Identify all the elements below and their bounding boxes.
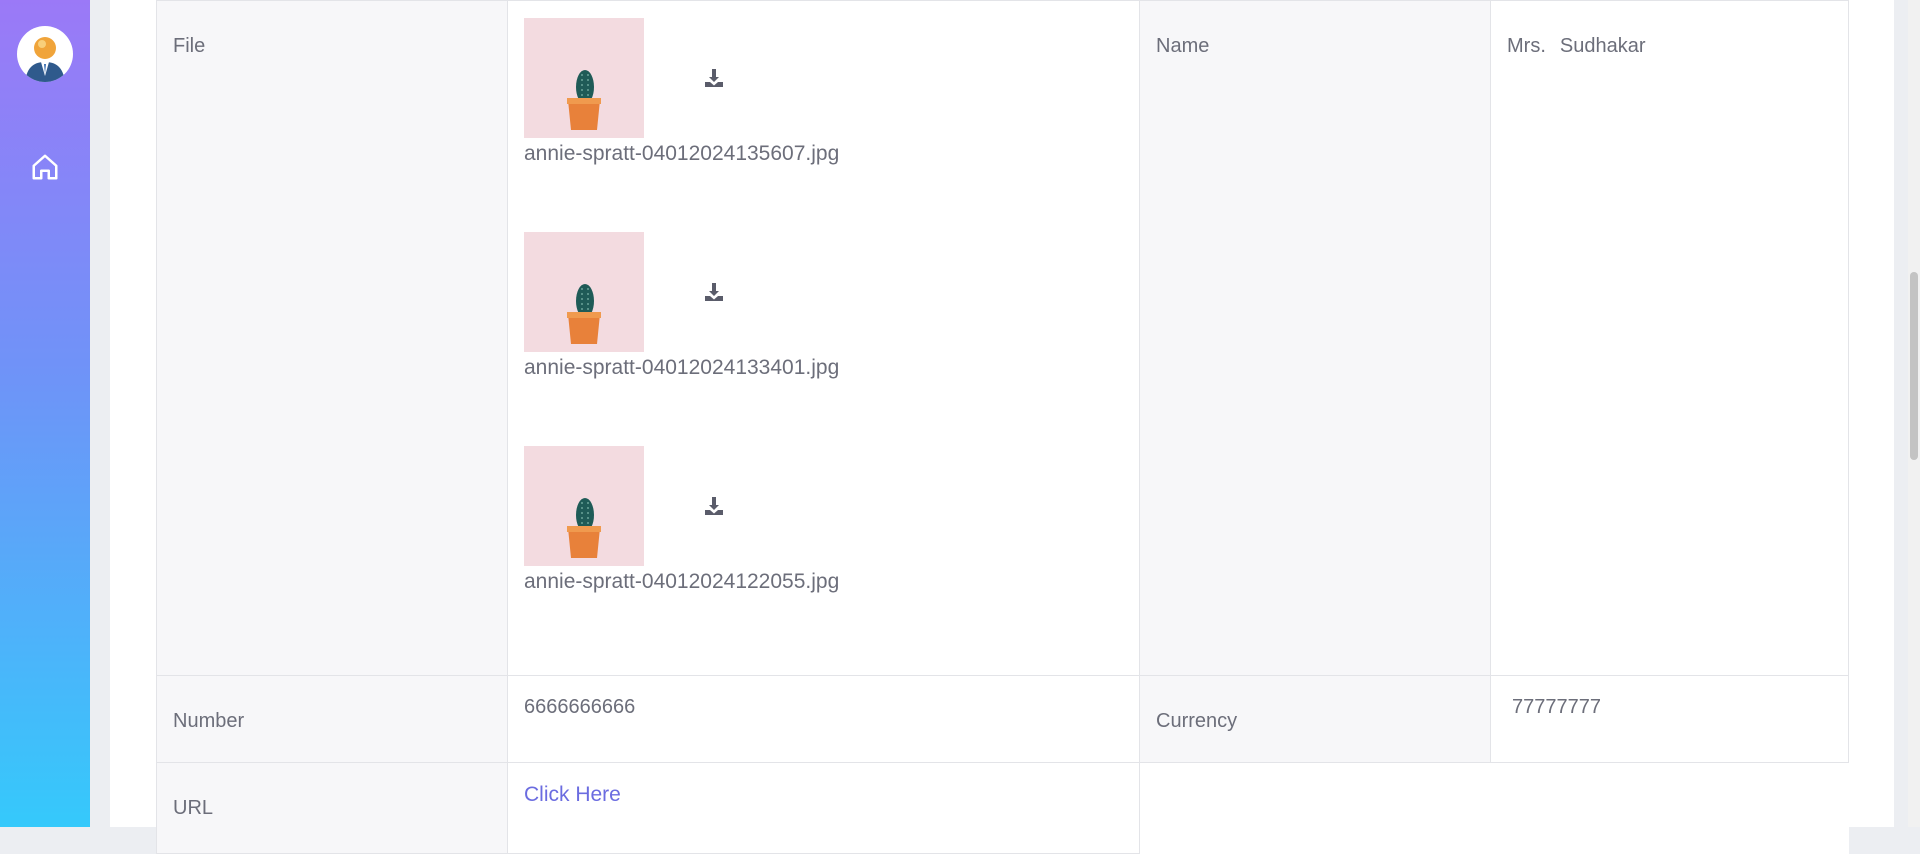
url-label-cell: URL (156, 762, 508, 854)
page-gutter (90, 0, 110, 827)
name-label-cell: Name (1139, 0, 1491, 676)
table-row: Number 6666666666 Currency 77777777 (156, 675, 1849, 763)
detail-table: File annie-spratt-04012024135607.jpg ann… (156, 0, 1849, 854)
name-title: Mrs. (1507, 35, 1546, 57)
file-label: File (173, 35, 206, 57)
name-text: Sudhakar (1559, 35, 1646, 57)
download-icon[interactable] (702, 494, 726, 518)
number-value: 6666666666 (524, 696, 636, 718)
table-row: URL Click Here (156, 762, 1849, 854)
download-icon[interactable] (702, 280, 726, 304)
file-thumbnail[interactable] (524, 446, 644, 566)
file-thumbnail[interactable] (524, 232, 644, 352)
empty-cell (1139, 762, 1849, 854)
home-icon[interactable] (30, 152, 60, 182)
file-name[interactable]: annie-spratt-04012024122055.jpg (524, 570, 839, 594)
name-value: Mrs. Sudhakar (1507, 1, 1832, 58)
file-list-cell: annie-spratt-04012024135607.jpg annie-sp… (507, 0, 1140, 676)
currency-label-cell: Currency (1139, 675, 1491, 763)
file-name[interactable]: annie-spratt-04012024135607.jpg (524, 142, 839, 166)
url-label: URL (173, 797, 214, 819)
name-value-cell: Mrs. Sudhakar (1490, 0, 1849, 676)
currency-value-cell: 77777777 (1490, 675, 1849, 763)
download-icon[interactable] (702, 66, 726, 90)
file-entry: annie-spratt-04012024122055.jpg (524, 446, 1123, 660)
sidebar (0, 0, 90, 827)
name-label: Name (1156, 35, 1210, 57)
url-link[interactable]: Click Here (524, 763, 621, 807)
table-row: File annie-spratt-04012024135607.jpg ann… (156, 0, 1849, 676)
currency-value: 77777777 (1512, 696, 1601, 718)
user-avatar-icon[interactable] (17, 26, 73, 82)
file-label-cell: File (156, 0, 508, 676)
url-value-cell: Click Here (507, 762, 1140, 854)
number-value-cell: 6666666666 (507, 675, 1140, 763)
file-thumbnail[interactable] (524, 18, 644, 138)
number-label-cell: Number (156, 675, 508, 763)
currency-label: Currency (1156, 710, 1238, 732)
scrollbar-thumb[interactable] (1910, 272, 1918, 460)
file-entry: annie-spratt-04012024135607.jpg (524, 18, 1123, 232)
number-label: Number (173, 710, 245, 732)
file-name[interactable]: annie-spratt-04012024133401.jpg (524, 356, 839, 380)
file-entry: annie-spratt-04012024133401.jpg (524, 232, 1123, 446)
